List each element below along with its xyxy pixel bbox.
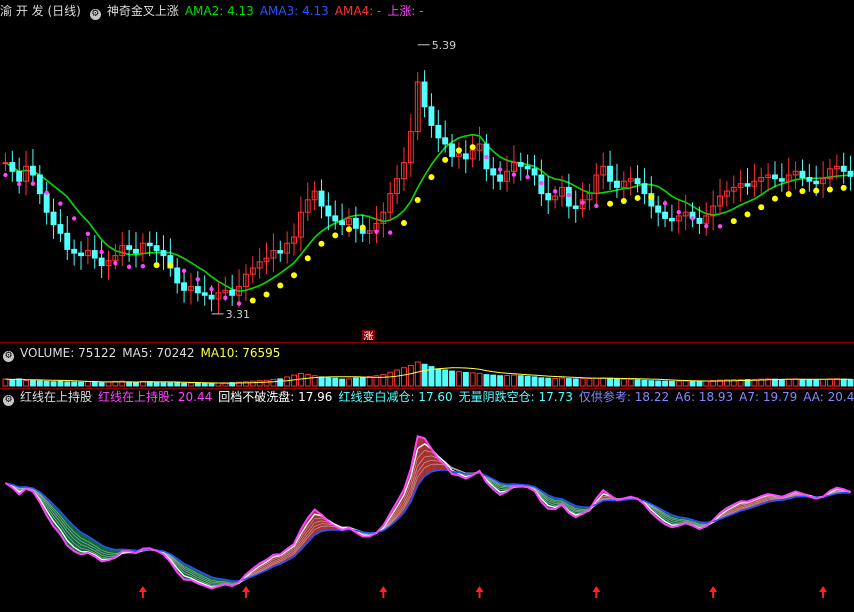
osc-ribbon-line xyxy=(5,459,851,585)
osc-blue-line xyxy=(5,468,851,582)
oscillator-chart xyxy=(4,435,852,598)
buy-arrow-icon xyxy=(138,586,147,598)
buy-arrow-icon xyxy=(819,586,828,598)
buy-arrow-icon xyxy=(592,586,601,598)
osc-ribbon-line xyxy=(5,463,851,584)
buy-arrow-icon xyxy=(709,586,718,598)
buy-arrow-icon xyxy=(475,586,484,598)
buy-arrow-icon xyxy=(379,586,388,598)
osc-ribbon-line xyxy=(5,455,851,586)
buy-arrow-icon xyxy=(241,586,250,598)
